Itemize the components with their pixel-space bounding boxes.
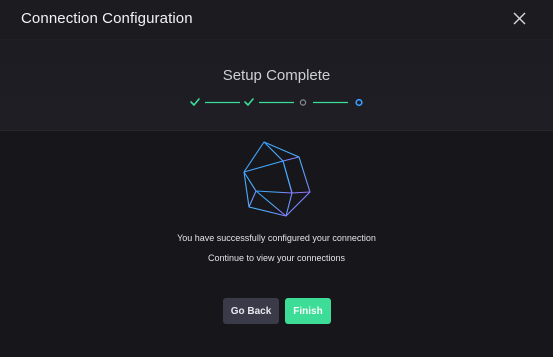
polyhedron-icon	[243, 141, 311, 217]
success-message: You have successfully configured your co…	[177, 233, 376, 243]
close-button[interactable]	[508, 8, 530, 30]
continue-message: Continue to view your connections	[207, 253, 346, 263]
dialog-header: Connection Configuration	[0, 0, 553, 40]
step-2-checkmark-icon	[244, 98, 254, 106]
go-back-button[interactable]: Go Back	[223, 298, 279, 324]
progress-stepper	[190, 98, 363, 107]
stepper-section: Setup Complete	[0, 40, 553, 131]
dialog-title: Connection Configuration	[21, 10, 193, 27]
step-1-checkmark-icon	[190, 98, 200, 106]
finish-button[interactable]: Finish	[285, 298, 331, 324]
close-icon	[513, 12, 526, 25]
connection-config-dialog: Connection Configuration Setup Complete	[0, 0, 553, 357]
dialog-body: You have successfully configured your co…	[0, 131, 553, 357]
step-3-pending-indicator	[299, 99, 307, 106]
step-4-current-indicator	[355, 98, 363, 107]
